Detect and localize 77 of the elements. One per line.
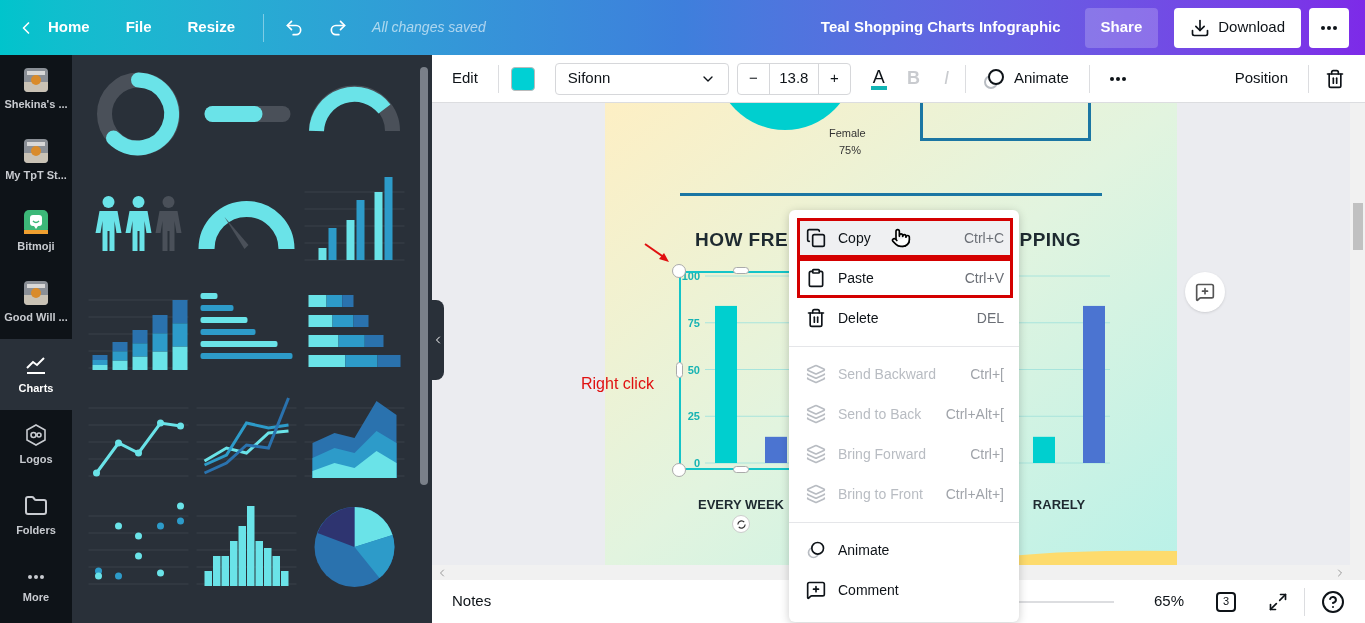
sidebar-item[interactable]: Good Will ... — [0, 268, 72, 339]
comment-add-icon — [1195, 282, 1215, 302]
annotation-arrow — [643, 242, 671, 264]
color-swatch[interactable] — [510, 66, 535, 91]
sidebar-item[interactable]: My TpT St... — [0, 126, 72, 197]
sidebar-item[interactable]: More — [0, 552, 72, 623]
category-label: EVERY WEEK — [698, 497, 784, 512]
more-button[interactable] — [1309, 7, 1349, 48]
annotation-text: Right click — [581, 374, 654, 394]
resize-handle[interactable] — [733, 466, 749, 473]
sidebar-item[interactable]: Bitmoji — [0, 197, 72, 268]
axis-tick-label: 0 — [693, 457, 700, 469]
trash-icon — [806, 308, 826, 328]
sidebar-item[interactable]: Charts — [0, 339, 72, 410]
heading: HOW FRE — [695, 228, 789, 252]
increase-button[interactable]: + — [817, 63, 850, 94]
position-button[interactable]: Position — [1234, 67, 1288, 90]
rotate-icon — [735, 518, 747, 530]
hand-cursor-icon — [891, 226, 911, 250]
axis-tick-label: 75 — [687, 316, 700, 329]
layers-icon — [806, 404, 826, 424]
fullscreen-icon[interactable] — [1268, 591, 1288, 612]
zoom-level[interactable]: 65% — [1153, 590, 1184, 613]
bar — [765, 436, 787, 463]
text-color-button[interactable]: A — [870, 67, 887, 90]
bar — [1033, 436, 1055, 463]
copy-icon — [806, 228, 826, 248]
axis-tick-label: 50 — [687, 363, 700, 376]
animate-icon — [981, 66, 1006, 91]
comment-add-icon — [806, 580, 826, 600]
font-dropdown[interactable]: Sifonn — [554, 62, 729, 95]
notes-button[interactable]: Notes — [452, 590, 492, 613]
bitmoji-app-icon — [24, 210, 48, 235]
download-button[interactable]: Download — [1174, 7, 1301, 48]
scrollbar-thumb[interactable] — [420, 67, 428, 485]
redo-icon[interactable] — [328, 17, 349, 38]
menu-item[interactable]: Delete DEL — [797, 298, 1013, 338]
chart-value: 75% — [839, 143, 862, 158]
help-icon[interactable] — [1321, 589, 1345, 614]
more-icon[interactable] — [28, 575, 44, 580]
save-status: All changes saved — [372, 18, 486, 37]
decrease-button[interactable]: − — [737, 63, 770, 94]
menu-item[interactable]: Animate — [797, 530, 1013, 570]
animate-icon — [806, 540, 826, 560]
vertical-scrollbar[interactable] — [1350, 103, 1365, 580]
more-icon[interactable] — [1109, 76, 1126, 81]
sidebar-item[interactable]: Shekina's ... — [0, 55, 72, 126]
menu-item[interactable]: Copy Ctrl+C — [797, 218, 1013, 258]
add-comment-button[interactable] — [1185, 272, 1225, 312]
share-button[interactable]: Share — [1084, 7, 1159, 48]
axis-tick-label: 25 — [687, 410, 700, 423]
sidebar-item[interactable]: Logos — [0, 410, 72, 481]
menu-item[interactable]: Comment — [797, 570, 1013, 610]
font-size-value[interactable]: 13.8 — [769, 67, 818, 90]
document-title: Teal Shopping Charts Infographic — [820, 17, 1061, 38]
layers-icon — [806, 444, 826, 464]
chart-label: Female — [829, 126, 866, 141]
resize-handle[interactable] — [733, 267, 749, 274]
edit-button[interactable]: Edit — [452, 67, 478, 90]
page-count-button[interactable]: 3 — [1216, 591, 1236, 612]
more-icon[interactable] — [1321, 25, 1337, 30]
collapse-handle[interactable] — [432, 300, 444, 380]
menu-item[interactable]: Paste Ctrl+V — [797, 258, 1013, 298]
scrollbar-thumb[interactable] — [1352, 203, 1363, 250]
layers-icon — [806, 484, 826, 504]
download-icon — [1190, 17, 1211, 38]
layers-icon — [806, 364, 826, 384]
trash-icon[interactable] — [1325, 68, 1345, 89]
resize-handle[interactable] — [672, 463, 686, 477]
animate-button[interactable]: Animate — [981, 66, 1069, 91]
category-label: RARELY — [1032, 497, 1086, 512]
clipboard-icon — [806, 268, 826, 288]
rotate-handle[interactable] — [732, 515, 750, 533]
heading: PPING — [1019, 228, 1081, 252]
hexagon-logo-icon — [24, 423, 48, 448]
sidebar-item[interactable]: Folders — [0, 481, 72, 552]
resize-handle[interactable] — [676, 362, 683, 378]
